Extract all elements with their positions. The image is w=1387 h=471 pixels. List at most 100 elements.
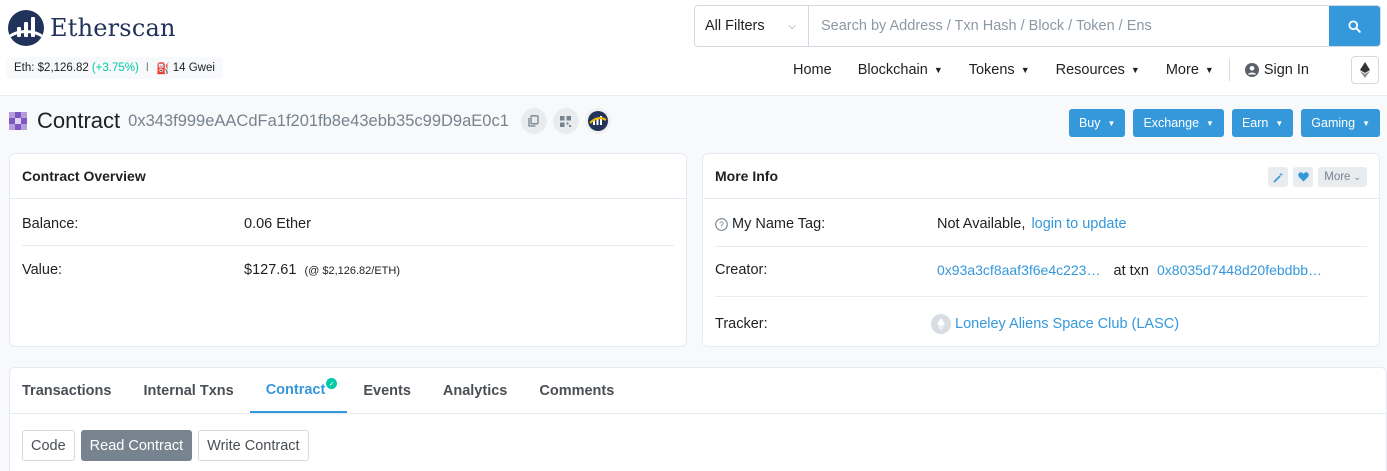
- balance-value: 0.06 Ether: [244, 216, 311, 232]
- tab-internal-txns[interactable]: Internal Txns: [127, 368, 249, 413]
- name-tag-label-wrap: ? My Name Tag:: [715, 216, 825, 232]
- value-row: Value: $127.61 (@ $2,126.82/ETH): [22, 260, 682, 280]
- svg-text:?: ?: [719, 219, 724, 229]
- more-info-tools: More ⌄: [1268, 167, 1367, 187]
- ticker-separator: I: [145, 62, 149, 74]
- creator-label: Creator:: [715, 262, 768, 278]
- action-buttons: Buy ▼ Exchange ▼ Earn ▼ Gaming ▼: [1068, 109, 1380, 137]
- search-button[interactable]: [1329, 6, 1380, 46]
- update-name-tag-button[interactable]: [1268, 167, 1289, 187]
- network-switch-button[interactable]: [1351, 56, 1379, 84]
- chevron-down-icon: ⌵: [788, 20, 796, 32]
- nav-home[interactable]: Home: [780, 62, 845, 78]
- tab-comments[interactable]: Comments: [523, 368, 630, 413]
- search-filter-select[interactable]: All Filters ⌵: [695, 6, 809, 46]
- tab-bar: Transactions Internal Txns Contract ✓ Ev…: [10, 368, 1386, 414]
- nav-divider: [1228, 59, 1230, 81]
- etherscan-logo-icon: [8, 10, 44, 46]
- nav-resources[interactable]: Resources ▼: [1043, 62, 1153, 78]
- value-rate: (@ $2,126.82/ETH): [304, 265, 400, 277]
- balance-label: Balance:: [22, 216, 79, 232]
- contract-subtabs: Code Read Contract Write Contract: [22, 430, 309, 461]
- favorite-button[interactable]: [1293, 167, 1314, 187]
- balance-row: Balance: 0.06 Ether: [22, 214, 682, 234]
- verified-check-icon: ✓: [326, 378, 338, 389]
- etherscan-logo[interactable]: Etherscan: [8, 10, 176, 46]
- heart-icon: [1298, 172, 1309, 182]
- logo-text: Etherscan: [50, 14, 176, 42]
- user-circle-icon: [1244, 63, 1259, 77]
- chevron-down-icon: ▼: [1130, 65, 1140, 75]
- contract-title-row: Contract 0x343f999eAACdFa1f201fb8e43ebb3…: [9, 106, 611, 136]
- magic-wand-icon: [1273, 172, 1283, 183]
- search-icon: [1348, 19, 1361, 33]
- creator-txn-link[interactable]: 0x8035d7448d20febdbb…: [1157, 262, 1322, 278]
- chevron-down-icon: ▼: [1275, 118, 1284, 128]
- ethereum-icon: [1360, 62, 1370, 78]
- gas-pump-icon: ⛽: [156, 62, 170, 75]
- tab-analytics[interactable]: Analytics: [427, 368, 523, 413]
- login-to-update-link[interactable]: login to update: [1031, 216, 1126, 232]
- name-tag-value-wrap: Not Available, login to update: [937, 216, 1127, 232]
- page-title: Contract: [37, 108, 121, 133]
- chevron-down-icon: ▼: [1107, 118, 1116, 128]
- eth-price-ticker: Eth: $2,126.82 (+3.75%) I ⛽ 14 Gwei: [6, 57, 223, 79]
- tracker-row: Tracker: Loneley Aliens Space Club (LASC…: [715, 314, 1375, 334]
- search-filter-label: All Filters: [705, 18, 765, 34]
- copy-address-button[interactable]: [520, 108, 547, 134]
- question-circle-icon[interactable]: ?: [715, 217, 728, 231]
- gaming-button[interactable]: Gaming ▼: [1301, 109, 1380, 137]
- contract-address[interactable]: 0x343f999eAACdFa1f201fb8e43ebb35c99D9aE0…: [128, 112, 509, 131]
- buy-button[interactable]: Buy ▼: [1068, 109, 1126, 137]
- chevron-down-icon: ▼: [1362, 118, 1370, 128]
- contract-overview-title: Contract Overview: [10, 154, 686, 199]
- subtab-read-contract[interactable]: Read Contract: [80, 430, 193, 461]
- chevron-down-icon: ▼: [1206, 118, 1214, 128]
- more-options-button[interactable]: More ⌄: [1318, 167, 1367, 187]
- blockscan-icon: [587, 111, 608, 131]
- token-logo-icon: [931, 314, 951, 334]
- creator-row: Creator: 0x93a3cf8aaf3f6e4c223… at txn 0…: [715, 260, 1375, 280]
- creator-value: 0x93a3cf8aaf3f6e4c223… at txn 0x8035d744…: [937, 262, 1322, 279]
- earn-button[interactable]: Earn ▼: [1231, 109, 1294, 137]
- more-info-title: More Info: [715, 168, 778, 184]
- site-header: Etherscan Eth: $2,126.82 (+3.75%) I ⛽ 14…: [0, 0, 1387, 96]
- more-info-header: More Info More ⌄: [703, 154, 1379, 199]
- nav-tokens[interactable]: Tokens ▼: [956, 62, 1043, 78]
- contract-overview-card: Contract Overview Balance: 0.06 Ether Va…: [9, 153, 687, 347]
- tracker-label: Tracker:: [715, 316, 768, 332]
- qr-code-icon: [560, 115, 572, 127]
- blockscan-chat-button[interactable]: [584, 108, 611, 134]
- chevron-down-icon: ▼: [1020, 65, 1030, 75]
- main-nav: Home Blockchain ▼ Tokens ▼ Resources ▼ More…: [780, 55, 1322, 85]
- chevron-down-icon: ▼: [1204, 65, 1214, 75]
- tracker-token-link[interactable]: Loneley Aliens Space Club (LASC): [955, 316, 1179, 332]
- nav-blockchain[interactable]: Blockchain ▼: [845, 62, 956, 78]
- nav-sign-in[interactable]: Sign In: [1232, 62, 1322, 78]
- tab-transactions[interactable]: Transactions: [10, 368, 127, 413]
- tracker-value: Loneley Aliens Space Club (LASC): [931, 314, 1179, 334]
- eth-price-change: (+3.75%): [91, 62, 139, 74]
- more-info-card: More Info More ⌄ ? My Name Tag: Not Avai…: [702, 153, 1380, 347]
- tab-contract[interactable]: Contract ✓: [249, 368, 348, 413]
- at-txn-label: at txn: [1113, 262, 1149, 279]
- value-label: Value:: [22, 262, 63, 278]
- qr-code-button[interactable]: [552, 108, 579, 134]
- chevron-down-icon: ▼: [933, 65, 943, 75]
- value-amount: $127.61: [244, 262, 297, 278]
- row-divider: [715, 246, 1367, 247]
- search-bar: All Filters ⌵: [694, 5, 1381, 47]
- eth-price: Eth: $2,126.82: [14, 62, 89, 74]
- search-input[interactable]: [809, 6, 1329, 46]
- gas-price[interactable]: 14 Gwei: [173, 62, 215, 74]
- subtab-code[interactable]: Code: [22, 430, 75, 461]
- address-tabs-card: Transactions Internal Txns Contract ✓ Ev…: [9, 367, 1387, 471]
- subtab-write-contract[interactable]: Write Contract: [198, 430, 309, 461]
- tab-events[interactable]: Events: [347, 368, 427, 413]
- nav-more[interactable]: More ▼: [1153, 62, 1227, 78]
- name-tag-label: My Name Tag:: [732, 216, 826, 232]
- row-divider: [715, 296, 1367, 297]
- creator-address-link[interactable]: 0x93a3cf8aaf3f6e4c223…: [937, 262, 1100, 278]
- copy-icon: [528, 115, 540, 127]
- exchange-button[interactable]: Exchange ▼: [1133, 109, 1224, 137]
